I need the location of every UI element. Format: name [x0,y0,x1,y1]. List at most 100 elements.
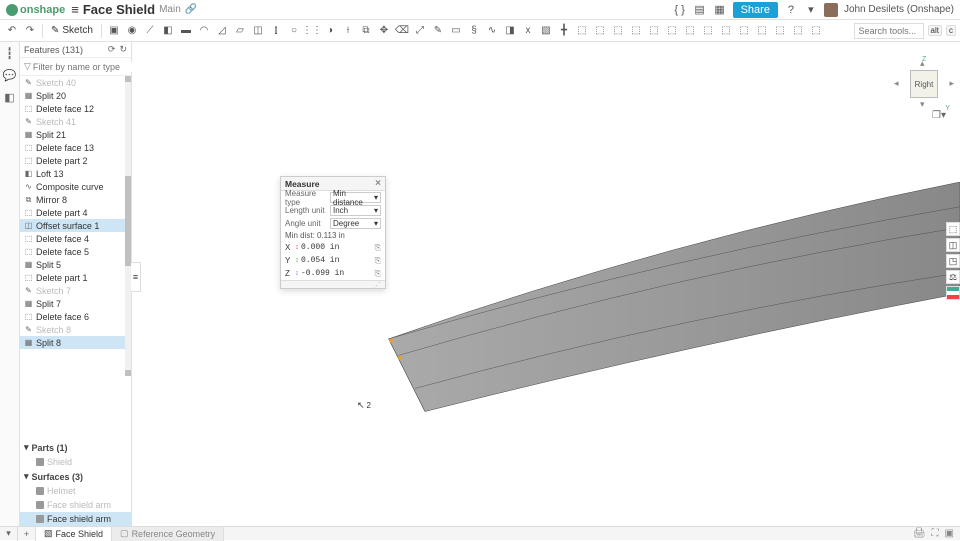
shell-button[interactable]: ◫ [250,23,266,39]
avatar[interactable] [824,3,838,17]
chamfer-button[interactable]: ◿ [214,23,230,39]
braces-icon[interactable]: { } [673,3,687,17]
feature-item[interactable]: ▦Split 7 [20,297,131,310]
refresh-icon[interactable]: ↻ [119,44,127,55]
tool-button-10[interactable]: ⬚ [736,23,752,39]
feature-item[interactable]: ⬚Delete face 5 [20,245,131,258]
feature-item[interactable]: ⬚Delete part 2 [20,154,131,167]
move-button[interactable]: ✥ [376,23,392,39]
link-icon[interactable]: 🔗 [185,4,197,15]
share-button[interactable]: Share [733,2,778,18]
tab-face-shield[interactable]: ▧Face Shield [36,527,112,541]
tool-button-3[interactable]: ⬚ [610,23,626,39]
surface-item[interactable]: Face shield arm [20,498,131,512]
chevron-down-icon[interactable]: ▾ [804,3,818,17]
tool-button-6[interactable]: ⬚ [664,23,680,39]
tool-button-12[interactable]: ⬚ [772,23,788,39]
rollback-icon[interactable]: ⟳ [108,44,116,55]
version-icon[interactable]: ▤ [693,3,707,17]
tool-button-4[interactable]: ⬚ [628,23,644,39]
feature-item[interactable]: ✎Sketch 41 [20,115,131,128]
dialog-resize[interactable]: ⋰ [281,280,385,288]
feature-item[interactable]: ◫Offset surface 1 [20,219,131,232]
tool-button-5[interactable]: ⬚ [646,23,662,39]
extrude-button[interactable]: ▣ [106,23,122,39]
tool-button-7[interactable]: ⬚ [682,23,698,39]
orient-face-right[interactable]: Right [910,70,938,98]
tab-menu-button[interactable]: ▾ [0,527,18,541]
tool-button-8[interactable]: ⬚ [700,23,716,39]
rib-button[interactable]: ⫾ [268,23,284,39]
sweep-button[interactable]: ⟋ [142,23,158,39]
scroll-down-arrow[interactable] [125,370,131,376]
feature-item[interactable]: ▦Split 8 [20,336,131,349]
feature-item[interactable]: ✎Sketch 7 [20,284,131,297]
measure-type-select[interactable]: Min distance▾ [330,192,381,203]
copy-icon[interactable]: ⎘ [375,269,381,279]
surfaces-header[interactable]: ▾Surfaces (3) [20,469,131,484]
viewport[interactable]: ≡ Measure× Measure typeMin distance▾ Len… [132,42,960,526]
feature-item[interactable]: ⧉Mirror 8 [20,193,131,206]
draft-button[interactable]: ▱ [232,23,248,39]
orient-down-arrow[interactable]: ▾ [920,99,925,110]
mass-icon[interactable]: ⚖ [946,270,960,284]
transform-button[interactable]: ⤢ [412,23,428,39]
fillet-button[interactable]: ◠ [196,23,212,39]
boolean-button[interactable]: ◑ [322,23,338,39]
surface-item[interactable]: Face shield arm [20,512,131,526]
rail-cube-icon[interactable]: ◧ [3,90,17,104]
feature-item[interactable]: ⬚Delete face 6 [20,310,131,323]
sketch-button[interactable]: ✎Sketch [47,25,97,36]
loft-button[interactable]: ◧ [160,23,176,39]
filter-icon[interactable]: ▽ [24,61,31,72]
feature-item[interactable]: ▦Split 5 [20,258,131,271]
copy-icon[interactable]: ⎘ [375,256,381,266]
panel-toggle[interactable]: ≡ [131,262,141,292]
scrollbar[interactable] [125,76,131,376]
isometric-icon[interactable]: ◳ [946,254,960,268]
feature-item[interactable]: ⬚Delete part 1 [20,271,131,284]
feature-item[interactable]: ⬚Delete part 4 [20,206,131,219]
hole-button[interactable]: ○ [286,23,302,39]
orient-left-arrow[interactable]: ◂ [894,78,899,89]
search-tools-input[interactable] [854,23,924,39]
add-tab-button[interactable]: + [18,527,36,541]
helix-button[interactable]: § [466,23,482,39]
part-item[interactable]: Shield [20,455,131,469]
surface-button[interactable]: ◨ [502,23,518,39]
print-icon[interactable]: 🖨 [913,528,926,539]
frame-button[interactable]: ╋ [556,23,572,39]
tool-button-14[interactable]: ⬚ [808,23,824,39]
feature-item[interactable]: ◧Loft 13 [20,167,131,180]
scroll-up-arrow[interactable] [125,76,131,82]
tool-button[interactable]: ⬚ [574,23,590,39]
feature-item[interactable]: ⬚Delete face 12 [20,102,131,115]
undo-button[interactable]: ↶ [4,23,20,39]
angle-unit-select[interactable]: Degree▾ [330,218,381,229]
curve-button[interactable]: ∿ [484,23,500,39]
variable-button[interactable]: x [520,23,536,39]
thicken-button[interactable]: ▬ [178,23,194,39]
length-unit-select[interactable]: Inch▾ [330,205,381,216]
parts-header[interactable]: ▾Parts (1) [20,440,131,455]
pattern-button[interactable]: ⋮⋮ [304,23,320,39]
orient-up-arrow[interactable]: ▴ [920,58,925,69]
redo-button[interactable]: ↷ [22,23,38,39]
feature-item[interactable]: ✎Sketch 8 [20,323,131,336]
surface-item[interactable]: Helmet [20,484,131,498]
tab-reference-geometry[interactable]: ▢Reference Geometry [112,527,224,541]
rail-tree-icon[interactable]: ┇ [3,46,17,60]
feature-item[interactable]: ∿Composite curve [20,180,131,193]
tool-button-9[interactable]: ⬚ [718,23,734,39]
modify-button[interactable]: ✎ [430,23,446,39]
units-icon[interactable]: ⬚ [946,222,960,236]
feature-item[interactable]: ✎Sketch 40 [20,76,131,89]
info-icon[interactable]: ▣ [945,528,954,539]
feature-item[interactable]: ▦Split 21 [20,128,131,141]
scroll-thumb[interactable] [125,176,131,266]
copy-icon[interactable]: ⎘ [375,243,381,253]
split-button[interactable]: ⟊ [340,23,356,39]
orient-right-arrow[interactable]: ▸ [949,78,954,89]
live-icon[interactable] [946,286,960,300]
orientation-cube[interactable]: Z ▴ ◂ Right ▸ ▾ Y [900,60,948,108]
